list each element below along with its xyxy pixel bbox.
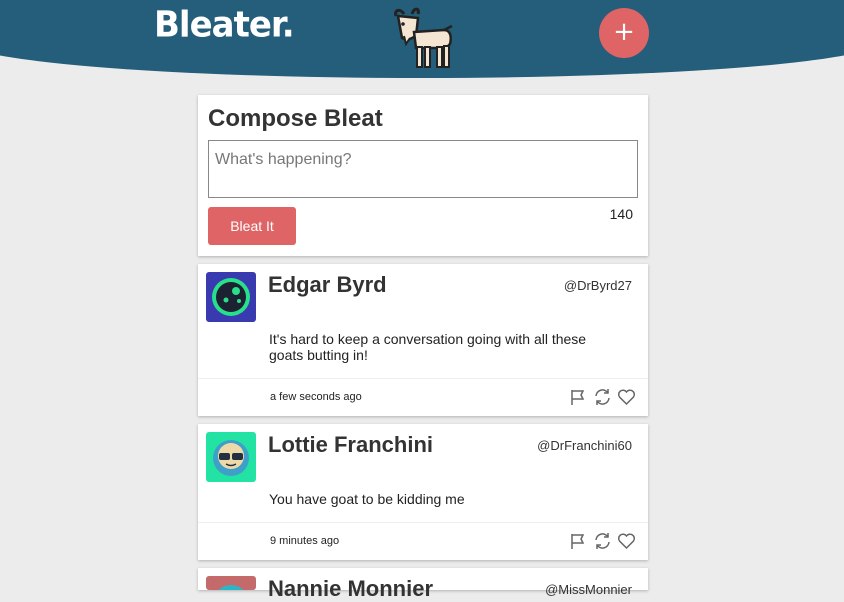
author-handle[interactable]: @DrByrd27 — [564, 278, 632, 293]
face-avatar-icon[interactable] — [206, 576, 256, 590]
sunglasses-face-avatar-icon[interactable] — [206, 432, 256, 482]
alien-face-avatar-icon[interactable] — [206, 272, 256, 322]
rebleat-icon[interactable] — [593, 532, 612, 550]
character-count: 140 — [609, 206, 633, 222]
heart-icon[interactable] — [617, 532, 636, 550]
add-bleat-button[interactable]: + — [599, 8, 649, 58]
goat-icon — [394, 7, 453, 68]
compose-input[interactable] — [208, 140, 638, 198]
compose-card: Compose Bleat Bleat It 140 — [198, 95, 648, 256]
bleat-it-button[interactable]: Bleat It — [208, 207, 296, 245]
timestamp: 9 minutes ago — [270, 535, 340, 547]
bleat-card: Lottie Franchini @DrFranchini60 You have… — [198, 424, 648, 560]
bleat-card: Nannie Monnier @MissMonnier — [198, 568, 648, 601]
bleat-text: You have goat to be kidding me — [269, 491, 465, 507]
bleat-footer: a few seconds ago — [198, 378, 648, 416]
heart-icon[interactable] — [617, 388, 636, 406]
app-logo[interactable]: Bleater. — [154, 4, 295, 46]
author-name[interactable]: Edgar Byrd — [268, 272, 387, 298]
timestamp: a few seconds ago — [270, 391, 362, 403]
compose-title: Compose Bleat — [208, 105, 383, 132]
bleat-footer: 9 minutes ago — [198, 522, 648, 560]
rebleat-icon[interactable] — [593, 388, 612, 406]
flag-icon[interactable] — [569, 388, 588, 406]
author-name[interactable]: Lottie Franchini — [268, 432, 433, 458]
flag-icon[interactable] — [569, 532, 588, 550]
author-name[interactable]: Nannie Monnier — [268, 576, 433, 602]
bleat-text: It's hard to keep a conversation going w… — [269, 331, 587, 363]
bleat-card: Edgar Byrd @DrByrd27 It's hard to keep a… — [198, 264, 648, 416]
author-handle[interactable]: @DrFranchini60 — [537, 438, 632, 453]
